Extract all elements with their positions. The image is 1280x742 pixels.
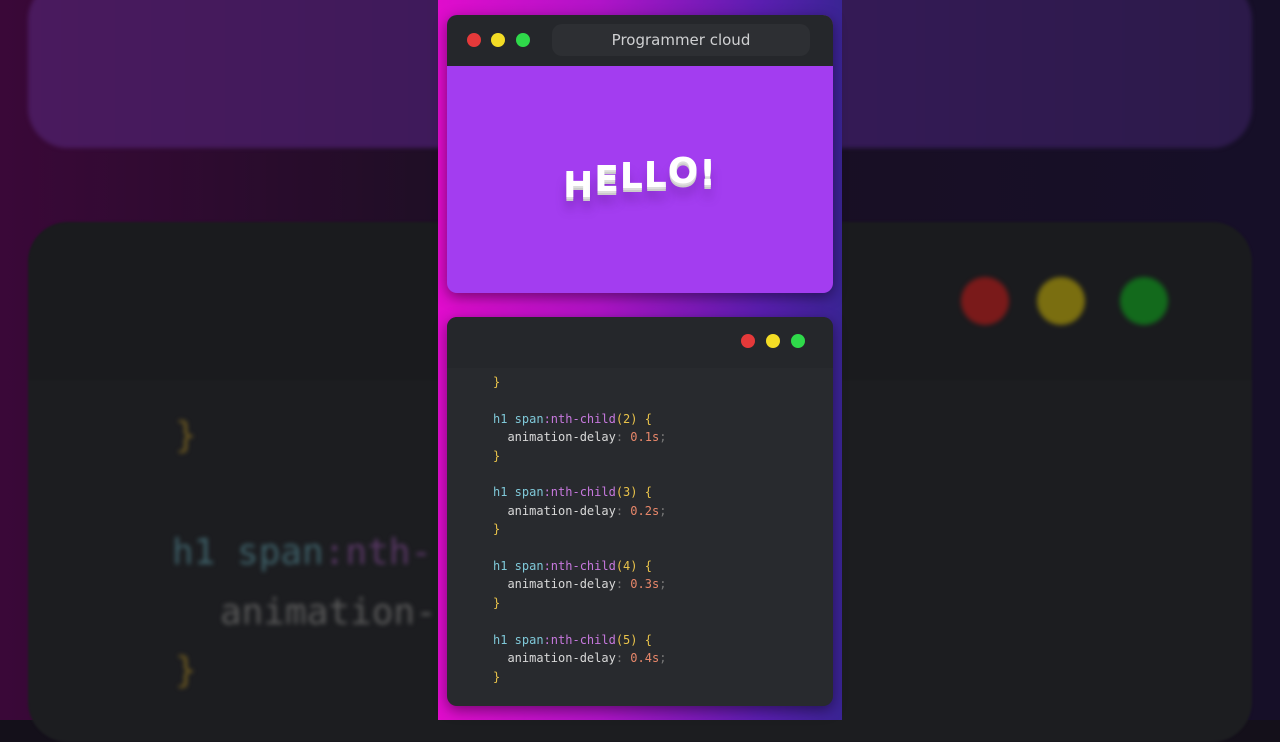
- code-titlebar: [447, 317, 833, 368]
- backdrop-brace: }: [175, 415, 197, 456]
- close-dot-icon: [741, 334, 755, 348]
- preview-window: Programmer cloud HELLO!: [447, 15, 833, 293]
- letter: L: [643, 155, 668, 196]
- minimize-dot-icon: [491, 33, 505, 47]
- window-title: Programmer cloud: [552, 24, 810, 56]
- backdrop-brace: }: [175, 650, 197, 691]
- code-rule: h1 span:nth-child(2) { animation-delay: …: [493, 411, 667, 463]
- maximize-dot-icon: [516, 33, 530, 47]
- backdrop-yellow-dot: [1037, 277, 1085, 325]
- video-column: Programmer cloud HELLO! } h1 span:nth-ch…: [438, 0, 842, 720]
- letter: E: [594, 159, 620, 200]
- code-rule: h1 span:nth-child(5) { animation-delay: …: [493, 632, 667, 684]
- code-brace: }: [493, 375, 501, 389]
- code-rule: h1 span:nth-child(3) { animation-delay: …: [493, 485, 667, 537]
- code-block: } h1 span:nth-child(2) { animation-delay…: [493, 373, 666, 686]
- close-dot-icon: [467, 33, 481, 47]
- letter: O: [667, 151, 700, 192]
- code-rule: h1 span:nth-child(4) { animation-delay: …: [493, 559, 667, 610]
- preview-titlebar: Programmer cloud: [447, 15, 833, 66]
- minimize-dot-icon: [766, 334, 780, 348]
- code-window: } h1 span:nth-child(2) { animation-delay…: [447, 317, 833, 706]
- letter: H: [563, 165, 595, 206]
- letter: L: [619, 156, 644, 197]
- maximize-dot-icon: [791, 334, 805, 348]
- backdrop-green-dot: [1120, 277, 1168, 325]
- hello-heading: HELLO!: [447, 151, 833, 206]
- backdrop-selector: h1 span:nth-: [172, 532, 433, 573]
- backdrop-property: animation-: [220, 592, 437, 633]
- letter: !: [699, 153, 717, 194]
- backdrop-red-dot: [961, 277, 1009, 325]
